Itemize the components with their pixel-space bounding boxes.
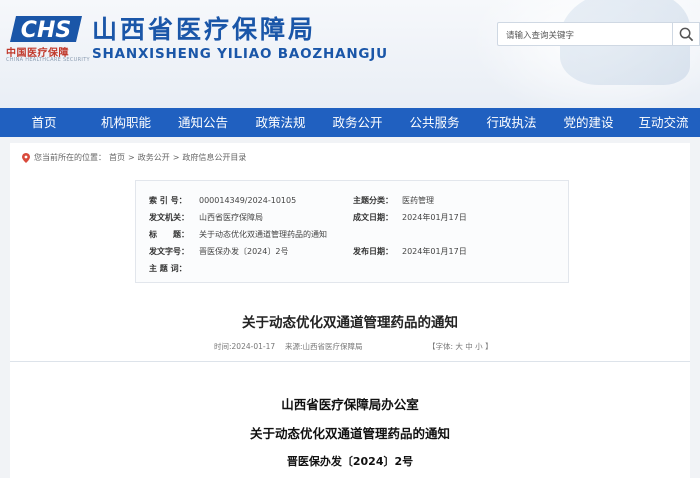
topic-value: 医药管理: [402, 196, 434, 205]
font-size-switcher[interactable]: 【字体: 大 中 小 】: [428, 341, 493, 352]
article-info-bar: 时间:2024-01-17 来源:山西省医疗保障局 【字体: 大 中 小 】: [10, 341, 690, 355]
nav-item-interaction[interactable]: 互动交流: [627, 108, 700, 137]
body-title: 关于动态优化双通道管理药品的通知: [249, 426, 450, 441]
keywords-label: 主 题 词：: [149, 264, 187, 273]
body-issuer: 山西省医疗保障局办公室: [281, 397, 419, 412]
article-source: 来源:山西省医疗保障局: [285, 342, 363, 351]
created-date-value: 2024年01月17日: [402, 213, 467, 222]
nav-item-gov-affairs[interactable]: 政务公开: [319, 108, 396, 137]
meta-row: 发文字号： 晋医保办发〔2024〕2号 发布日期： 2024年01月17日: [136, 244, 568, 260]
docno-label: 发文字号：: [149, 247, 189, 256]
breadcrumb: 您当前所在的位置： 首页 > 政务公开 > 政府信息公开目录: [22, 152, 249, 163]
nav-item-org-functions[interactable]: 机构职能: [88, 108, 164, 137]
main-nav: 首页 机构职能 通知公告 政策法规 政务公开 公共服务 行政执法 党的建设 互动…: [0, 108, 700, 137]
body-docno: 晋医保办发〔2024〕2号: [286, 455, 414, 468]
site-title-cn[interactable]: 山西省医疗保障局: [92, 10, 316, 46]
site-header: CHS 中国医疗保障 CHINA HEALTHCARE SECURITY 山西省…: [0, 0, 700, 108]
breadcrumb-separator: >: [128, 153, 135, 162]
site-title-en: SHANXISHENG YILIAO BAOZHANGJU: [92, 46, 388, 62]
article-title: 关于动态优化双通道管理药品的通知: [242, 315, 458, 331]
topic-label: 主题分类：: [353, 196, 393, 205]
logo-en-text: CHINA HEALTHCARE SECURITY: [6, 57, 90, 63]
issuer-label: 发文机关：: [149, 213, 189, 222]
nav-item-policies[interactable]: 政策法规: [242, 108, 319, 137]
search-input[interactable]: [498, 25, 672, 47]
divider: [10, 361, 690, 362]
nav-item-party-building[interactable]: 党的建设: [550, 108, 627, 137]
search-box: [497, 22, 673, 47]
index-value: 000014349/2024-10105: [199, 196, 297, 205]
issuer-value: 山西省医疗保障局: [199, 213, 263, 222]
docno-value: 晋医保办发〔2024〕2号: [199, 247, 289, 256]
breadcrumb-prefix: 您当前所在的位置：: [34, 153, 106, 162]
published-date-label: 发布日期：: [353, 247, 393, 256]
meta-row: 标 题： 关于动态优化双通道管理药品的通知: [136, 227, 568, 243]
article-time: 时间:2024-01-17: [214, 342, 276, 351]
meta-row: 发文机关： 山西省医疗保障局 成文日期： 2024年01月17日: [136, 210, 568, 226]
created-date-label: 成文日期：: [353, 213, 393, 222]
nav-item-home[interactable]: 首页: [0, 108, 88, 137]
chs-logo-icon[interactable]: CHS: [10, 14, 84, 44]
meta-row: 主 题 词：: [136, 261, 568, 277]
nav-item-law-enforcement[interactable]: 行政执法: [473, 108, 550, 137]
document-meta-table: 索 引 号： 000014349/2024-10105 主题分类： 医药管理 发…: [135, 180, 569, 283]
breadcrumb-separator: >: [172, 153, 180, 162]
nav-item-public-services[interactable]: 公共服务: [396, 108, 473, 137]
title-value: 关于动态优化双通道管理药品的通知: [199, 230, 327, 239]
meta-row: 索 引 号： 000014349/2024-10105 主题分类： 医药管理: [136, 193, 568, 209]
breadcrumb-home[interactable]: 首页: [109, 152, 125, 163]
location-pin-icon: [22, 152, 30, 163]
index-label: 索 引 号：: [149, 196, 187, 205]
title-label: 标 题：: [149, 230, 189, 239]
nav-item-notices[interactable]: 通知公告: [164, 108, 242, 137]
search-icon: [679, 27, 693, 41]
svg-text:CHS: CHS: [21, 18, 71, 43]
breadcrumb-gov-affairs[interactable]: 政务公开: [138, 152, 170, 163]
breadcrumb-info-catalog[interactable]: 政府信息公开目录: [182, 152, 246, 163]
search-button[interactable]: [673, 22, 700, 46]
published-date-value: 2024年01月17日: [402, 247, 467, 256]
main-content: 您当前所在的位置： 首页 > 政务公开 > 政府信息公开目录 索 引 号： 00…: [10, 143, 690, 478]
